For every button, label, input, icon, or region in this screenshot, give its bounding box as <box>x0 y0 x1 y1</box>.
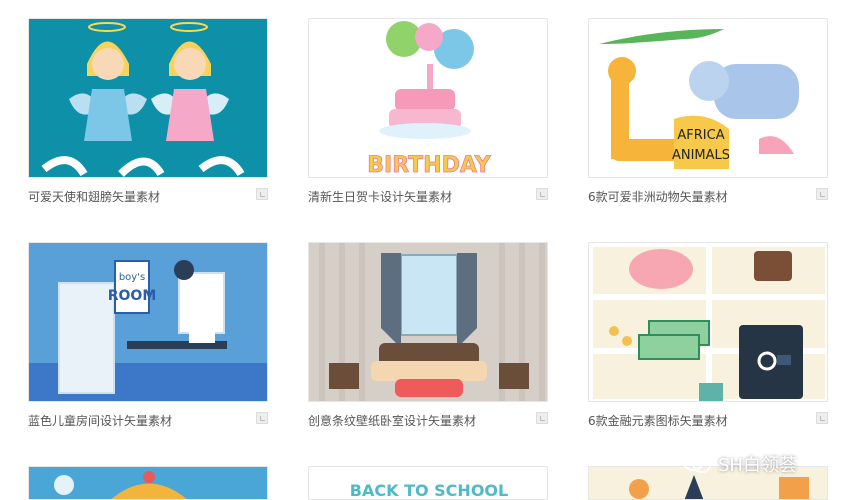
card-caption[interactable]: 可爱天使和翅膀矢量素材 <box>28 188 238 205</box>
favorite-icon[interactable] <box>256 188 268 200</box>
back-to-school-illustration: BACK TO SCHOOL <box>309 467 547 500</box>
thumb-text: BIRTHDAY <box>367 153 492 178</box>
card-caption[interactable]: 6款金融元素图标矢量素材 <box>588 412 798 429</box>
wechat-icon <box>683 455 711 473</box>
card-thumbnail[interactable] <box>308 242 548 402</box>
bedroom-illustration <box>309 243 547 401</box>
favorite-icon[interactable] <box>536 412 548 424</box>
thumb-text-line-1: AFRICA <box>677 128 724 143</box>
card-thumbnail[interactable]: BACK TO SCHOOL <box>308 466 548 500</box>
card-thumbnail[interactable] <box>28 18 268 178</box>
favorite-icon[interactable] <box>536 188 548 200</box>
card-caption[interactable]: 清新生日贺卡设计矢量素材 <box>308 188 518 205</box>
favorite-icon[interactable] <box>816 412 828 424</box>
card-thumbnail[interactable] <box>28 466 268 500</box>
thumb-text-line-1: boy's <box>119 272 145 283</box>
card-thumbnail[interactable]: boy's ROOM <box>28 242 268 402</box>
angels-illustration <box>29 19 267 177</box>
card-caption[interactable]: 创意条纹壁纸卧室设计矢量素材 <box>308 412 518 429</box>
watermark-text: SH白领荟 <box>718 455 797 476</box>
thumb-text-line-2: ROOM <box>108 288 157 304</box>
birthday-illustration: BIRTHDAY <box>309 19 547 178</box>
thumb-text-line-2: ANIMALS <box>672 148 730 163</box>
card-thumbnail[interactable]: AFRICA ANIMALS <box>588 18 828 178</box>
favorite-icon[interactable] <box>256 412 268 424</box>
card-thumbnail[interactable]: BIRTHDAY <box>308 18 548 178</box>
africa-animals-illustration: AFRICA ANIMALS <box>589 19 827 177</box>
card-caption[interactable]: 蓝色儿童房间设计矢量素材 <box>28 412 238 429</box>
thumbnail-grid: 可爱天使和翅膀矢量素材 BIRTHDAY 清新生日贺卡设计矢量素材 AFRICA… <box>0 0 842 500</box>
card-caption[interactable]: 6款可爱非洲动物矢量素材 <box>588 188 798 205</box>
thumb-text: BACK TO SCHOOL <box>350 481 508 500</box>
card-thumbnail[interactable] <box>588 242 828 402</box>
kids-room-illustration: boy's ROOM <box>29 243 267 401</box>
finance-icons-illustration <box>589 243 827 401</box>
watermark: SH白领荟 <box>682 450 797 478</box>
carousel-illustration <box>29 467 267 499</box>
favorite-icon[interactable] <box>816 188 828 200</box>
